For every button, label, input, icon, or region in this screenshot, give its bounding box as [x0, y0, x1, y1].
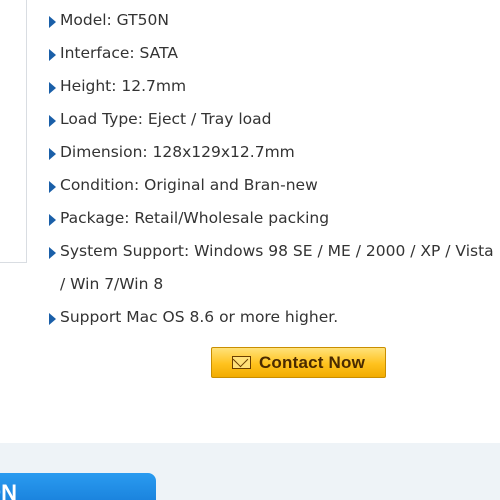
left-panel-border [0, 0, 27, 263]
spec-text: Height: 12.7mm [60, 77, 187, 95]
spec-text: Support Mac OS 8.6 or more higher. [60, 308, 339, 326]
spec-item: Package: Retail/Wholesale packing [48, 202, 500, 235]
spec-item: System Support: Windows 98 SE / ME / 200… [48, 235, 500, 301]
spec-item: Condition: Original and Bran-new [48, 169, 500, 202]
contact-now-button[interactable]: Contact Now [211, 347, 386, 378]
spec-text: Condition: Original and Bran-new [60, 176, 318, 194]
spec-text: Interface: SATA [60, 44, 178, 62]
arrow-right-icon [49, 16, 56, 28]
spec-list: Model: GT50N Interface: SATA Height: 12.… [48, 4, 500, 334]
spec-item: Interface: SATA [48, 37, 500, 70]
spec-item: Height: 12.7mm [48, 70, 500, 103]
arrow-right-icon [49, 181, 56, 193]
watermark-decoration [0, 427, 34, 449]
spec-text: System Support: Windows 98 SE / ME / 200… [60, 242, 494, 293]
spec-item: Dimension: 128x129x12.7mm [48, 136, 500, 169]
section-tab-label: ON [0, 480, 17, 500]
envelope-icon [231, 356, 251, 369]
arrow-right-icon [49, 115, 56, 127]
spec-text: Model: GT50N [60, 11, 169, 29]
arrow-right-icon [49, 148, 56, 160]
spec-item: Load Type: Eject / Tray load [48, 103, 500, 136]
spec-item: Support Mac OS 8.6 or more higher. [48, 301, 500, 334]
spec-text: Dimension: 128x129x12.7mm [60, 143, 295, 161]
arrow-right-icon [49, 313, 56, 325]
contact-now-label: Contact Now [258, 352, 366, 372]
spec-text: Load Type: Eject / Tray load [60, 110, 272, 128]
arrow-right-icon [49, 214, 56, 226]
arrow-right-icon [49, 247, 56, 259]
spec-text: Package: Retail/Wholesale packing [60, 209, 330, 227]
spec-item: Model: GT50N [48, 4, 500, 37]
arrow-right-icon [49, 82, 56, 94]
section-tab[interactable]: ON [0, 473, 156, 500]
arrow-right-icon [49, 49, 56, 61]
product-spec-page: Model: GT50N Interface: SATA Height: 12.… [0, 0, 500, 500]
